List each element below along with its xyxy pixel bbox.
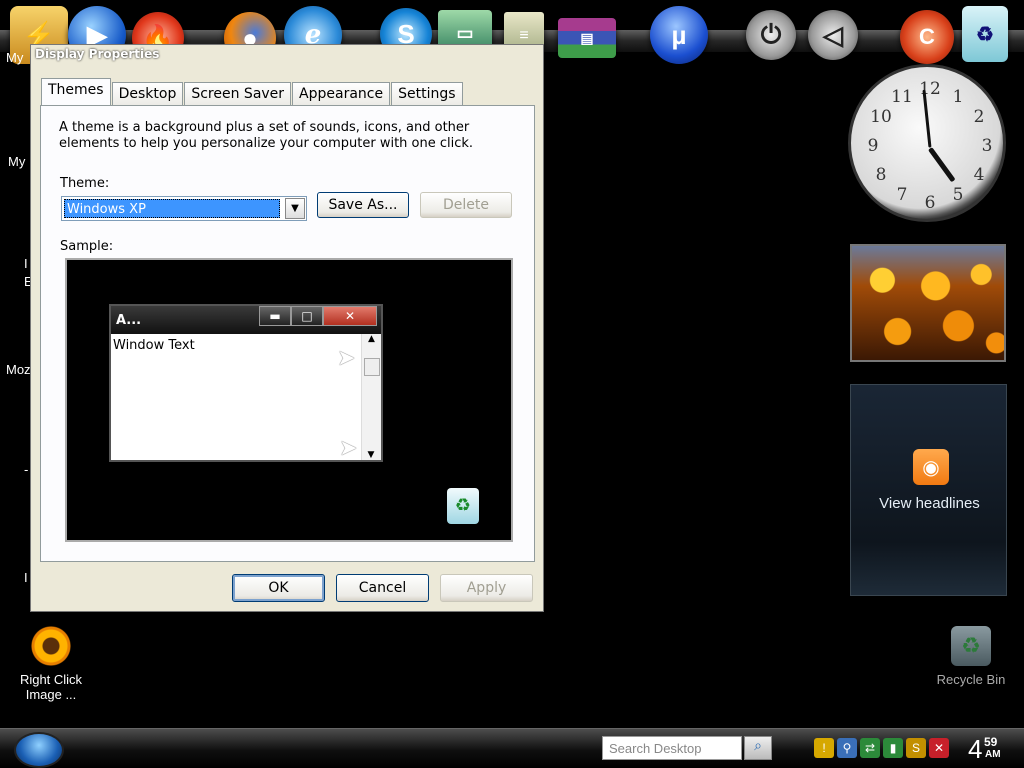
clock-number: 3 bbox=[981, 136, 993, 156]
clock-number: 11 bbox=[891, 87, 913, 107]
tab-bar: Themes Desktop Screen Saver Appearance S… bbox=[41, 78, 464, 105]
clock-minute[interactable]: 59 bbox=[984, 735, 997, 749]
tab-themes[interactable]: Themes bbox=[41, 78, 111, 105]
search-icon[interactable]: ⌕ bbox=[744, 736, 772, 760]
slideshow-gadget[interactable] bbox=[850, 244, 1006, 362]
clock-number: 6 bbox=[924, 193, 936, 213]
theme-description: A theme is a background plus a set of so… bbox=[59, 120, 474, 151]
ccleaner-icon[interactable]: C bbox=[900, 10, 954, 64]
start-button[interactable] bbox=[14, 732, 64, 768]
desktop-icon-label: Recycle Bin bbox=[936, 672, 1006, 687]
clock-number: 9 bbox=[867, 136, 879, 156]
scroll-down-icon: ▼ bbox=[367, 450, 375, 460]
delete-button[interactable]: Delete bbox=[420, 192, 512, 218]
search-desktop-input[interactable]: Search Desktop bbox=[602, 736, 742, 760]
feed-headlines-gadget[interactable]: ◉ View headlines bbox=[850, 384, 1007, 596]
clock-number: 7 bbox=[896, 185, 908, 205]
theme-label: Theme: bbox=[60, 176, 110, 191]
clock-number: 4 bbox=[973, 165, 985, 185]
utorrent-icon[interactable]: µ bbox=[650, 6, 708, 64]
sample-window-text: Window Text bbox=[113, 338, 195, 353]
close-icon: ✕ bbox=[323, 306, 377, 326]
clock-ampm[interactable]: AM bbox=[985, 749, 1001, 760]
power-icon[interactable]: ⏻ bbox=[746, 10, 796, 60]
clock-number: 2 bbox=[973, 107, 985, 127]
clock-number: 5 bbox=[952, 185, 964, 205]
sample-window-title-text: A... bbox=[116, 313, 142, 328]
tab-desktop[interactable]: Desktop bbox=[111, 82, 184, 105]
cancel-button[interactable]: Cancel bbox=[336, 574, 429, 602]
sample-window-controls: ▬ □ ✕ bbox=[259, 306, 377, 326]
scroll-thumb bbox=[364, 358, 380, 376]
back-icon[interactable]: ◁ bbox=[808, 10, 858, 60]
clock-number: 1 bbox=[952, 87, 964, 107]
sample-scrollbar: ▲ ▼ bbox=[361, 334, 381, 460]
clock-number: 8 bbox=[875, 165, 887, 185]
dialog-title: Display Properties bbox=[35, 47, 160, 61]
tab-appearance[interactable]: Appearance bbox=[292, 82, 391, 105]
dollar-icon[interactable]: S bbox=[906, 738, 926, 758]
chevron-down-icon[interactable]: ▼ bbox=[285, 198, 305, 219]
recycle-bin-icon: ♻ bbox=[951, 626, 991, 666]
theme-select[interactable]: Windows XP ▼ bbox=[61, 196, 307, 221]
network-icon[interactable]: ⇄ bbox=[860, 738, 880, 758]
tab-screen-saver[interactable]: Screen Saver bbox=[184, 82, 292, 105]
cursor-icon: ➤ bbox=[337, 346, 356, 371]
system-tray: ! ⚲ ⇄ ▮ S ✕ bbox=[814, 738, 949, 758]
cursor-icon: ➤ bbox=[339, 436, 358, 461]
minimize-icon: ▬ bbox=[259, 306, 291, 326]
desktop-icon-recycle-bin[interactable]: ♻ Recycle Bin bbox=[931, 626, 1011, 687]
maximize-icon: □ bbox=[291, 306, 323, 326]
left-icon-label[interactable]: I bbox=[24, 256, 28, 271]
scroll-up-icon: ▲ bbox=[368, 334, 375, 344]
theme-select-value: Windows XP bbox=[64, 199, 280, 218]
media-icon[interactable]: ▮ bbox=[883, 738, 903, 758]
ok-button[interactable]: OK bbox=[232, 574, 325, 602]
clock-hour-hand bbox=[927, 147, 956, 183]
display-properties-dialog: Display Properties Themes Desktop Screen… bbox=[30, 44, 544, 612]
left-icon-label[interactable]: I bbox=[24, 570, 28, 585]
shield-icon[interactable]: ! bbox=[814, 738, 834, 758]
clock-hour[interactable]: 4 bbox=[968, 734, 982, 765]
magnifier-icon[interactable]: ⚲ bbox=[837, 738, 857, 758]
desktop-icon-right-click-image[interactable]: Right Click Image ... bbox=[11, 626, 91, 702]
sunflower-icon bbox=[31, 626, 71, 666]
clock-gadget[interactable]: 12 1 2 3 4 5 6 7 8 9 10 11 bbox=[848, 64, 1006, 222]
view-headlines-link[interactable]: View headlines bbox=[851, 495, 1008, 512]
security-alert-icon[interactable]: ✕ bbox=[929, 738, 949, 758]
trash-icon[interactable]: ♻ bbox=[962, 6, 1008, 62]
rss-icon: ◉ bbox=[913, 449, 949, 485]
recycle-bin-icon: ♻ bbox=[447, 488, 479, 524]
themes-panel: A theme is a background plus a set of so… bbox=[40, 105, 535, 562]
winrar-icon[interactable]: ▤ bbox=[558, 18, 616, 58]
desktop-icon-label: Right Click Image ... bbox=[19, 672, 83, 702]
sample-label: Sample: bbox=[60, 239, 114, 254]
tab-settings[interactable]: Settings bbox=[391, 82, 463, 105]
apply-button[interactable]: Apply bbox=[440, 574, 533, 602]
clock-number: 10 bbox=[870, 107, 892, 127]
save-as-button[interactable]: Save As... bbox=[317, 192, 409, 218]
theme-sample-preview: A... ▬ □ ✕ Window Text ▲ ▼ ➤ ➤ ♻ bbox=[65, 258, 513, 542]
left-icon-label[interactable]: Moz bbox=[6, 362, 31, 377]
left-icon-label[interactable]: My bbox=[8, 154, 25, 169]
left-icon-label[interactable]: - bbox=[24, 462, 28, 477]
left-icon-label[interactable]: My bbox=[6, 50, 23, 65]
